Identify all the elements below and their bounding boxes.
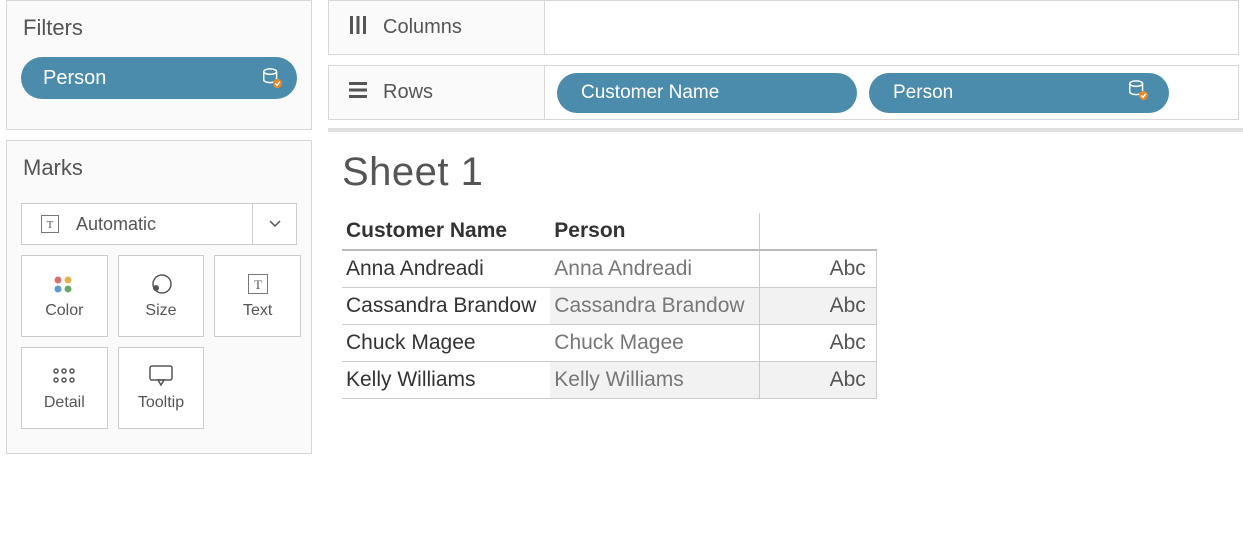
marks-detail-label: Detail xyxy=(44,394,85,412)
cell-measure-placeholder: Abc xyxy=(759,362,876,399)
cell-person: Chuck Magee xyxy=(550,325,759,362)
mark-type-dropdown[interactable]: T Automatic xyxy=(21,203,297,245)
size-icon xyxy=(147,272,175,296)
table-row[interactable]: Kelly Williams Kelly Williams Abc xyxy=(342,362,876,399)
mark-type-label: Automatic xyxy=(76,214,156,235)
cell-customer-name: Anna Andreadi xyxy=(342,250,550,288)
chevron-down-icon[interactable] xyxy=(252,204,296,244)
svg-text:T: T xyxy=(47,219,54,231)
columns-label: Columns xyxy=(383,16,462,39)
rows-icon xyxy=(347,79,369,107)
cell-measure-placeholder: Abc xyxy=(759,325,876,362)
cell-measure-placeholder: Abc xyxy=(759,288,876,325)
columns-icon xyxy=(347,14,369,42)
marks-size-button[interactable]: Size xyxy=(118,255,205,337)
column-header-person[interactable]: Person xyxy=(550,213,759,250)
marks-detail-button[interactable]: Detail xyxy=(21,347,108,429)
cell-customer-name: Cassandra Brandow xyxy=(342,288,550,325)
column-header-measure[interactable] xyxy=(759,213,876,250)
database-filter-icon xyxy=(1127,79,1149,107)
marks-color-button[interactable]: Color xyxy=(21,255,108,337)
filters-shelf[interactable]: Filters Person xyxy=(6,0,312,130)
filters-title: Filters xyxy=(7,1,311,49)
cell-person: Cassandra Brandow xyxy=(550,288,759,325)
tooltip-icon xyxy=(147,364,175,388)
marks-size-label: Size xyxy=(145,302,176,320)
row-pill-label: Customer Name xyxy=(581,82,719,104)
marks-color-label: Color xyxy=(45,302,83,320)
marks-text-button[interactable]: T Text xyxy=(214,255,301,337)
cell-customer-name: Chuck Magee xyxy=(342,325,550,362)
marks-text-label: Text xyxy=(243,302,272,320)
columns-shelf[interactable]: Columns xyxy=(328,0,1239,55)
table-row[interactable]: Chuck Magee Chuck Magee Abc xyxy=(342,325,876,362)
table-row[interactable]: Anna Andreadi Anna Andreadi Abc xyxy=(342,250,876,288)
worksheet-view[interactable]: Sheet 1 Customer Name Person Anna Andrea… xyxy=(328,128,1243,534)
text-icon: T xyxy=(36,212,64,236)
detail-icon xyxy=(50,364,78,388)
row-pill-person[interactable]: Person xyxy=(869,73,1169,113)
row-pill-customer-name[interactable]: Customer Name xyxy=(557,73,857,113)
filter-pill-person[interactable]: Person xyxy=(21,57,297,99)
cell-customer-name: Kelly Williams xyxy=(342,362,550,399)
columns-dropzone[interactable] xyxy=(544,1,1238,54)
rows-dropzone[interactable]: Customer Name Person xyxy=(544,66,1238,119)
database-filter-icon xyxy=(261,67,283,89)
marks-tooltip-button[interactable]: Tooltip xyxy=(118,347,205,429)
cell-person: Kelly Williams xyxy=(550,362,759,399)
rows-label: Rows xyxy=(383,81,433,104)
row-pill-label: Person xyxy=(893,82,953,104)
filter-pill-label: Person xyxy=(43,67,106,90)
cell-measure-placeholder: Abc xyxy=(759,250,876,288)
rows-shelf[interactable]: Rows Customer Name Person xyxy=(328,65,1239,120)
cell-person: Anna Andreadi xyxy=(550,250,759,288)
column-header-customer-name[interactable]: Customer Name xyxy=(342,213,550,250)
marks-card: Marks T Automatic xyxy=(6,140,312,454)
marks-tooltip-label: Tooltip xyxy=(138,394,184,412)
sheet-title[interactable]: Sheet 1 xyxy=(328,132,1243,213)
text-mark-icon: T xyxy=(244,272,272,296)
marks-title: Marks xyxy=(7,141,311,189)
color-icon xyxy=(50,272,78,296)
table-row[interactable]: Cassandra Brandow Cassandra Brandow Abc xyxy=(342,288,876,325)
data-table: Customer Name Person Anna Andreadi Anna … xyxy=(342,213,877,399)
svg-text:T: T xyxy=(254,277,262,292)
